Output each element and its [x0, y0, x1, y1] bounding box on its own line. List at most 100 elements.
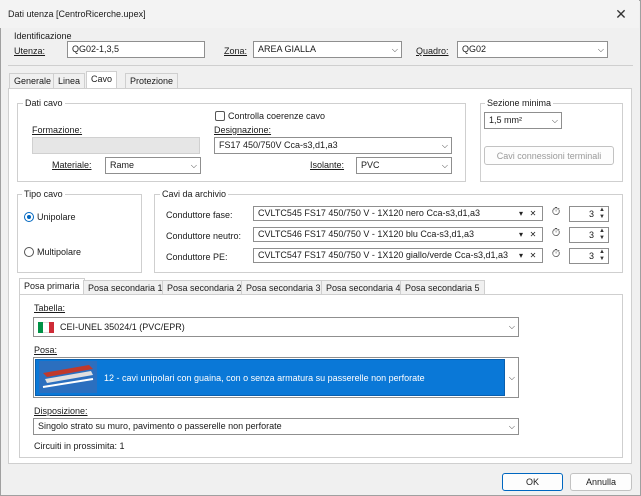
conduttore-neutro-label: Conduttore neutro:	[166, 231, 242, 241]
conduttore-fase-count[interactable]: 3 ▲ ▼	[569, 206, 609, 222]
chevron-down-icon: ⌵	[391, 45, 398, 54]
cable-tray-icon	[39, 361, 97, 393]
sezione-minima-label: Sezione minima	[485, 98, 554, 108]
isolante-label: Isolante:	[310, 160, 344, 170]
utenza-input[interactable]: QG02-1,3,5	[67, 41, 205, 58]
conduttore-pe-label: Conduttore PE:	[166, 252, 228, 262]
tab-generale[interactable]: Generale	[9, 73, 57, 89]
controlla-label: Controlla coerenze cavo	[228, 111, 326, 121]
conduttore-pe-count[interactable]: 3 ▲ ▼	[569, 248, 609, 264]
utenza-label-text: Utenza:	[14, 46, 46, 56]
chevron-down-icon: ⌵	[508, 373, 515, 382]
chevron-down-icon: ⌵	[441, 161, 448, 170]
chevron-down-icon: ⌵	[190, 161, 197, 170]
tabella-value: CEI-UNEL 35024/1 (PVC/EPR)	[60, 322, 185, 332]
zona-label: Zona:	[224, 46, 247, 56]
spin-up-icon[interactable]: ▲	[597, 249, 607, 256]
sezione-minima-select[interactable]: 1,5 mm² ⌵	[484, 112, 562, 129]
quadro-select[interactable]: QG02 ⌵	[457, 41, 608, 58]
chevron-down-icon: ⌵	[441, 141, 448, 150]
designazione-value: FS17 450/750V Cca-s3,d1,a3	[219, 140, 338, 150]
materiale-label: Materiale:	[52, 160, 92, 170]
disposizione-value: Singolo strato su muro, pavimento o pass…	[38, 421, 282, 431]
title-bar: Dati utenza [CentroRicerche.upex] ✕	[0, 0, 639, 28]
unipolare-label: Unipolare	[37, 212, 76, 222]
conduttore-pe-field[interactable]: CVLTC547 FS17 450/750 V - 1X120 giallo/v…	[253, 248, 543, 263]
materiale-value: Rame	[110, 160, 135, 170]
tab-protezione[interactable]: Protezione	[125, 73, 179, 89]
posa-label: Posa:	[34, 345, 57, 355]
spin-down-icon[interactable]: ▼	[597, 214, 607, 221]
dati-cavo-label: Dati cavo	[23, 98, 65, 108]
chevron-down-icon: ⌵	[508, 422, 515, 431]
stopwatch-icon[interactable]: ⏱	[549, 206, 563, 221]
formazione-label-text: Formazione:	[32, 125, 83, 135]
designazione-label: Designazione:	[214, 125, 271, 135]
unipolare-radio[interactable]	[24, 212, 34, 222]
quadro-label: Quadro:	[416, 46, 449, 56]
chevron-down-icon[interactable]: ▾	[516, 228, 526, 241]
disposizione-label-text: Disposizione:	[34, 406, 88, 416]
annulla-button[interactable]: Annulla	[570, 473, 632, 491]
conduttore-neutro-count-value: 3	[588, 230, 594, 240]
tipo-cavo-label: Tipo cavo	[22, 189, 65, 199]
ok-button[interactable]: OK	[502, 473, 563, 491]
circuiti-text: Circuiti in prossimita: 1	[34, 441, 125, 451]
stopwatch-icon[interactable]: ⏱	[549, 248, 563, 263]
designazione-select[interactable]: FS17 450/750V Cca-s3,d1,a3 ⌵	[214, 137, 452, 154]
spin-up-icon[interactable]: ▲	[597, 207, 607, 214]
quadro-value: QG02	[462, 44, 487, 54]
tipo-cavo-group	[17, 194, 142, 273]
cavi-connessioni-button[interactable]: Cavi connessioni terminali	[484, 146, 614, 165]
window-title: Dati utenza [CentroRicerche.upex]	[8, 9, 146, 19]
conduttore-fase-field[interactable]: CVLTC545 FS17 450/750 V - 1X120 nero Cca…	[253, 206, 543, 221]
chevron-down-icon: ⌵	[551, 116, 558, 125]
materiale-label-text: Materiale:	[52, 160, 92, 170]
conduttore-pe-count-value: 3	[588, 251, 594, 261]
isolante-select[interactable]: PVC ⌵	[356, 157, 452, 174]
clear-icon[interactable]: ✕	[528, 249, 538, 262]
clear-icon[interactable]: ✕	[528, 207, 538, 220]
tab-cavo[interactable]: Cavo	[86, 71, 118, 89]
posa-label-text: Posa:	[34, 345, 58, 355]
multipolare-radio[interactable]	[24, 247, 34, 257]
chevron-down-icon: ⌵	[508, 322, 515, 331]
cavi-archivio-label: Cavi da archivio	[160, 189, 229, 199]
utenza-label: Utenza:	[14, 46, 45, 56]
formazione-input[interactable]	[32, 137, 200, 154]
conduttore-neutro-count[interactable]: 3 ▲ ▼	[569, 227, 609, 243]
materiale-select[interactable]: Rame ⌵	[105, 157, 201, 174]
spin-down-icon[interactable]: ▼	[597, 235, 607, 242]
stopwatch-icon[interactable]: ⏱	[549, 227, 563, 242]
quadro-label-text: Quadro:	[416, 46, 449, 56]
spin-up-icon[interactable]: ▲	[597, 228, 607, 235]
clear-icon[interactable]: ✕	[528, 228, 538, 241]
conduttore-fase-label: Conduttore fase:	[166, 210, 233, 220]
zona-label-text: Zona:	[224, 46, 248, 56]
italy-flag-icon	[38, 322, 54, 333]
posa-value: 12 - cavi unipolari con guaina, con o se…	[104, 373, 425, 383]
multipolare-label: Multipolare	[37, 247, 82, 257]
disposizione-label: Disposizione:	[34, 406, 88, 416]
conduttore-fase-count-value: 3	[588, 209, 594, 219]
chevron-down-icon: ⌵	[597, 45, 604, 54]
isolante-value: PVC	[361, 160, 380, 170]
close-icon[interactable]: ✕	[613, 6, 629, 22]
spin-down-icon[interactable]: ▼	[597, 256, 607, 263]
formazione-label: Formazione:	[32, 125, 82, 135]
tabella-label: Tabella:	[34, 303, 65, 313]
conduttore-neutro-field[interactable]: CVLTC546 FS17 450/750 V - 1X120 blu Cca-…	[253, 227, 543, 242]
sezione-minima-value: 1,5 mm²	[489, 115, 523, 125]
controlla-checkbox[interactable]	[215, 111, 225, 121]
zona-value: AREA GIALLA	[258, 44, 317, 54]
isolante-label-text: Isolante:	[310, 160, 345, 170]
chevron-down-icon[interactable]: ▾	[516, 207, 526, 220]
tabella-select[interactable]: CEI-UNEL 35024/1 (PVC/EPR) ⌵	[33, 317, 519, 337]
disposizione-select[interactable]: Singolo strato su muro, pavimento o pass…	[33, 418, 519, 435]
chevron-down-icon[interactable]: ▾	[516, 249, 526, 262]
designazione-label-text: Designazione:	[214, 125, 272, 135]
posa-select[interactable]: 12 - cavi unipolari con guaina, con o se…	[33, 357, 519, 398]
tabella-label-text: Tabella:	[34, 303, 66, 313]
zona-select[interactable]: AREA GIALLA ⌵	[253, 41, 402, 58]
tab-linea[interactable]: Linea	[53, 73, 86, 89]
